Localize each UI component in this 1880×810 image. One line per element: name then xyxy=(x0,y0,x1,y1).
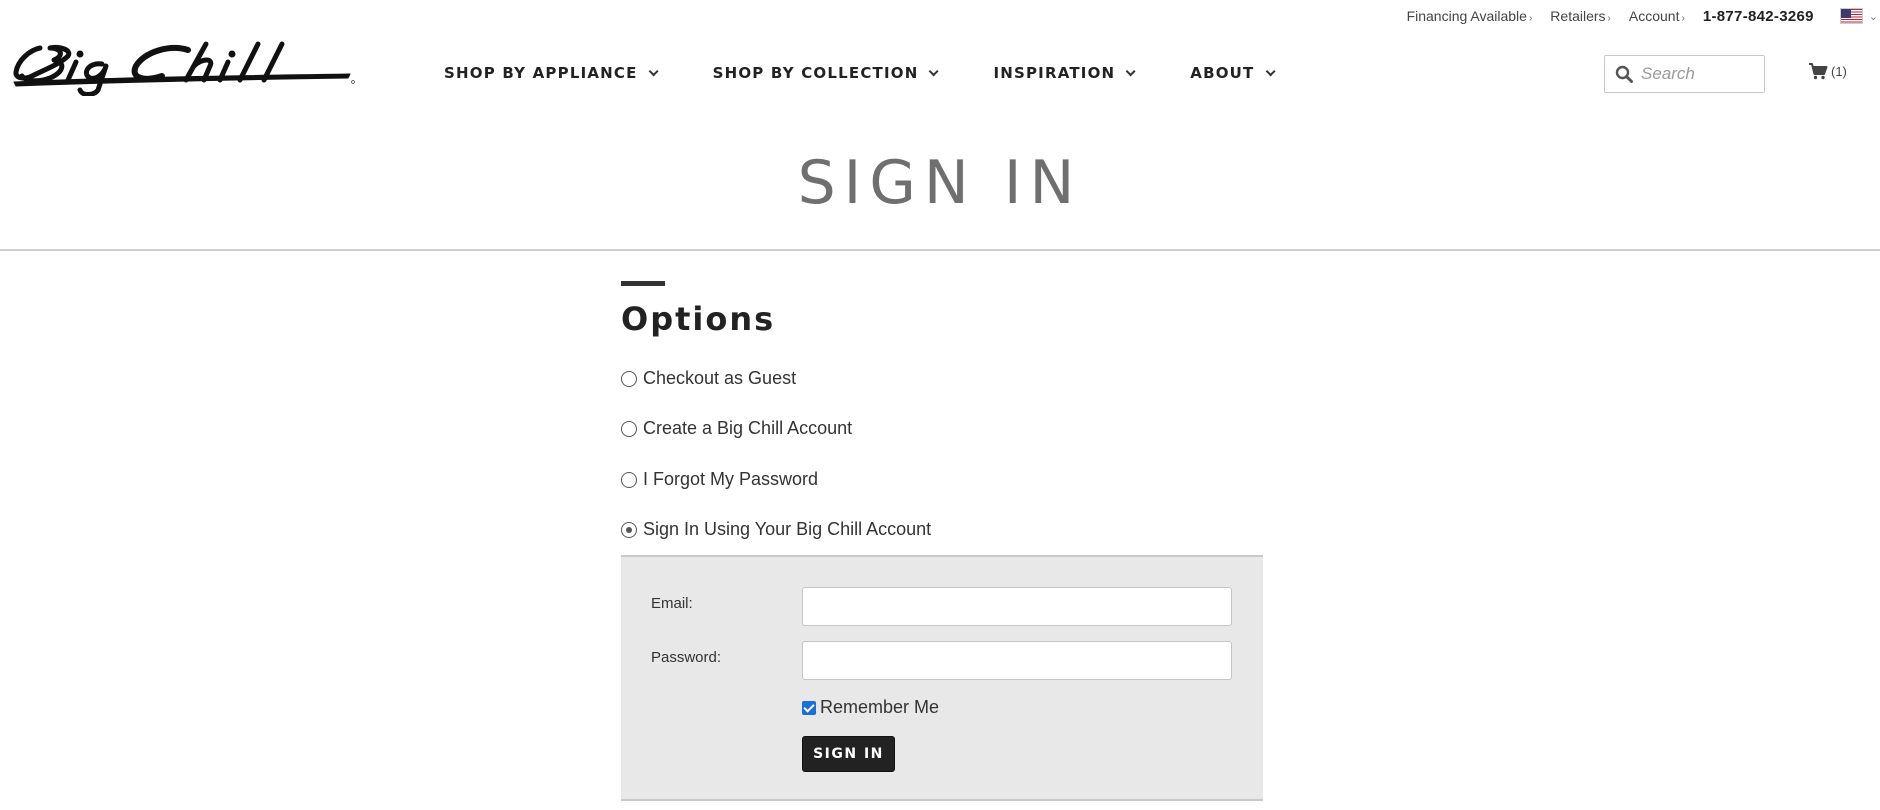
utility-bar: Financing Available › Retailers › Account ›… xyxy=(1407,6,1880,26)
search-icon[interactable] xyxy=(1615,65,1633,83)
search-box xyxy=(1604,55,1765,93)
option-sign-in-account[interactable]: Sign In Using Your Big Chill Account xyxy=(621,519,931,540)
radio-button-selected[interactable] xyxy=(621,521,637,538)
radio-button[interactable] xyxy=(621,471,637,488)
phone-link[interactable]: 1-877-842-3269 xyxy=(1703,8,1814,25)
remember-me[interactable]: Remember Me xyxy=(802,697,939,718)
remember-me-checkbox[interactable] xyxy=(802,700,816,715)
chevron-down-icon xyxy=(929,65,940,76)
sign-in-form: Email: Password: Remember Me SIGN IN xyxy=(621,555,1263,801)
main-nav: SHOP BY APPLIANCE SHOP BY COLLECTION INS… xyxy=(444,64,1330,82)
cart-icon xyxy=(1809,63,1828,80)
chevron-down-icon[interactable]: ⌄ xyxy=(1869,10,1878,23)
chevron-down-icon xyxy=(1265,65,1276,76)
chevron-right-icon: › xyxy=(1681,13,1685,24)
title-divider xyxy=(0,249,1880,251)
search-input[interactable] xyxy=(1641,64,1761,84)
chevron-down-icon xyxy=(1125,65,1136,76)
chevron-right-icon: › xyxy=(1528,13,1533,24)
retailers-link[interactable]: Retailers › xyxy=(1550,8,1611,24)
email-label: Email: xyxy=(651,595,693,612)
option-create-account[interactable]: Create a Big Chill Account xyxy=(621,418,852,439)
option-checkout-as-guest[interactable]: Checkout as Guest xyxy=(621,368,796,389)
account-link[interactable]: Account › xyxy=(1629,8,1685,24)
nav-about[interactable]: ABOUT xyxy=(1190,64,1276,82)
heading-accent-bar xyxy=(621,281,665,286)
financing-link[interactable]: Financing Available › xyxy=(1407,8,1533,24)
option-forgot-password[interactable]: I Forgot My Password xyxy=(621,469,818,490)
radio-button[interactable] xyxy=(621,420,637,437)
options-heading: Options xyxy=(621,300,776,338)
nav-inspiration[interactable]: INSPIRATION xyxy=(993,64,1136,82)
page-title: SIGN IN xyxy=(797,148,1083,218)
chevron-right-icon: › xyxy=(1607,13,1611,24)
us-flag-icon[interactable] xyxy=(1839,8,1863,24)
password-field[interactable] xyxy=(802,641,1232,680)
big-chill-logo[interactable] xyxy=(10,40,355,96)
email-field[interactable] xyxy=(802,587,1232,626)
chevron-down-icon xyxy=(648,65,659,76)
sign-in-button[interactable]: SIGN IN xyxy=(802,736,895,772)
cart-count: (1) xyxy=(1831,63,1847,79)
cart-link[interactable]: (1) xyxy=(1808,62,1847,80)
nav-shop-by-appliance[interactable]: SHOP BY APPLIANCE xyxy=(444,64,659,82)
radio-button[interactable] xyxy=(621,370,637,387)
password-label: Password: xyxy=(651,649,722,666)
nav-shop-by-collection[interactable]: SHOP BY COLLECTION xyxy=(713,64,940,82)
